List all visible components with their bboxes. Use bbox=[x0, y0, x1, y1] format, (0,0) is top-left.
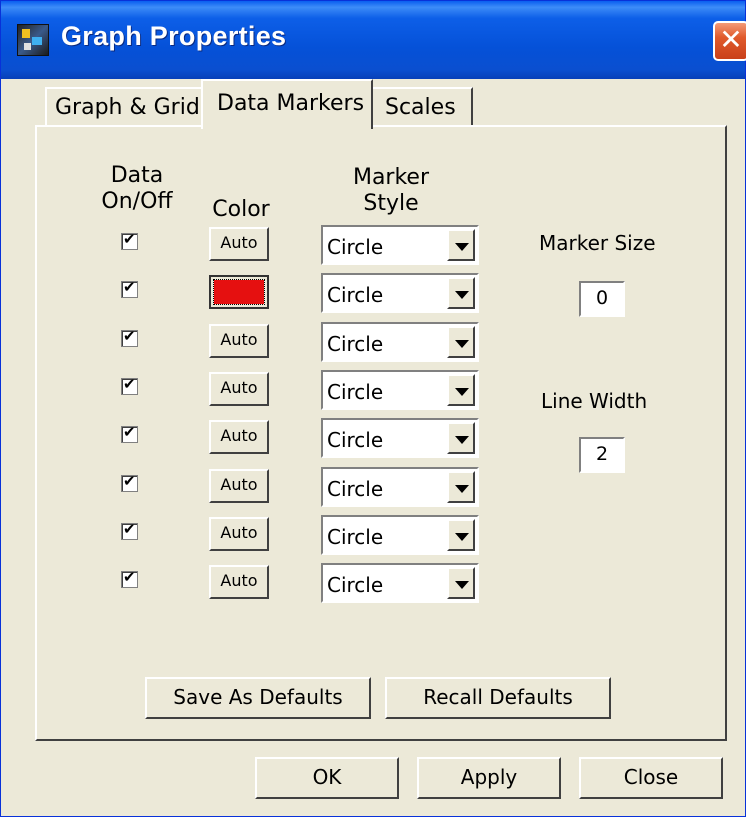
close-button[interactable]: Close bbox=[579, 757, 723, 799]
data-onoff-checkbox[interactable] bbox=[121, 327, 138, 347]
data-onoff-checkbox[interactable] bbox=[121, 423, 138, 443]
title-bar[interactable]: Graph Properties ✕ bbox=[1, 1, 746, 79]
marker-style-select[interactable]: Circle bbox=[321, 467, 479, 507]
marker-color-button[interactable]: Auto bbox=[209, 324, 269, 358]
header-marker: Marker bbox=[352, 165, 430, 190]
data-onoff-checkbox[interactable] bbox=[121, 568, 138, 588]
save-as-defaults-button[interactable]: Save As Defaults bbox=[145, 677, 371, 719]
data-onoff-checkbox[interactable] bbox=[121, 278, 138, 298]
line-width-field[interactable]: 2 bbox=[579, 437, 625, 473]
chevron-down-icon[interactable] bbox=[447, 326, 475, 358]
marker-size-label: Marker Size bbox=[539, 231, 656, 255]
marker-color-button[interactable]: Auto bbox=[209, 372, 269, 406]
data-onoff-checkbox[interactable] bbox=[121, 230, 138, 250]
marker-style-select[interactable]: Circle bbox=[321, 563, 479, 603]
tab-graph-grid[interactable]: Graph & Grid bbox=[45, 87, 203, 127]
tab-data-markers[interactable]: Data Markers bbox=[201, 79, 373, 129]
marker-style-value: Circle bbox=[327, 235, 384, 259]
graph-properties-dialog: Graph Properties ✕ Graph & Grid Data Mar… bbox=[0, 0, 746, 817]
data-onoff-header: Data On/Off bbox=[97, 163, 177, 215]
window-title: Graph Properties bbox=[61, 21, 287, 51]
data-onoff-checkbox[interactable] bbox=[121, 472, 138, 492]
marker-color-button[interactable]: Auto bbox=[209, 469, 269, 503]
marker-style-header: Marker Style bbox=[341, 165, 441, 217]
chevron-down-icon[interactable] bbox=[447, 519, 475, 551]
apply-button[interactable]: Apply bbox=[417, 757, 561, 799]
tab-scales[interactable]: Scales bbox=[373, 87, 473, 127]
header-style: Style bbox=[363, 191, 419, 216]
marker-size-field[interactable]: 0 bbox=[579, 281, 625, 317]
marker-style-select[interactable]: Circle bbox=[321, 370, 479, 410]
marker-style-select[interactable]: Circle bbox=[321, 225, 479, 265]
ok-button[interactable]: OK bbox=[255, 757, 399, 799]
recall-defaults-button[interactable]: Recall Defaults bbox=[385, 677, 611, 719]
chevron-down-icon[interactable] bbox=[447, 277, 475, 309]
marker-style-select[interactable]: Circle bbox=[321, 515, 479, 555]
graph-app-icon bbox=[17, 24, 49, 56]
marker-style-select[interactable]: Circle bbox=[321, 273, 479, 313]
line-width-label: Line Width bbox=[541, 389, 648, 413]
marker-style-value: Circle bbox=[327, 428, 384, 452]
marker-style-select[interactable]: Circle bbox=[321, 418, 479, 458]
chevron-down-icon[interactable] bbox=[447, 567, 475, 599]
marker-style-value: Circle bbox=[327, 477, 384, 501]
chevron-down-icon[interactable] bbox=[447, 471, 475, 503]
marker-color-button[interactable]: Auto bbox=[209, 227, 269, 261]
header-onoff: On/Off bbox=[101, 189, 173, 214]
data-onoff-checkbox[interactable] bbox=[121, 520, 138, 540]
marker-style-select[interactable]: Circle bbox=[321, 322, 479, 362]
marker-style-value: Circle bbox=[327, 380, 384, 404]
data-onoff-checkbox[interactable] bbox=[121, 375, 138, 395]
close-icon[interactable]: ✕ bbox=[713, 21, 746, 61]
color-swatch bbox=[213, 279, 265, 305]
header-color: Color bbox=[212, 197, 270, 222]
chevron-down-icon[interactable] bbox=[447, 422, 475, 454]
marker-style-value: Circle bbox=[327, 283, 384, 307]
marker-style-value: Circle bbox=[327, 332, 384, 356]
marker-color-button[interactable]: Auto bbox=[209, 565, 269, 599]
marker-color-button[interactable]: Auto bbox=[209, 420, 269, 454]
marker-style-value: Circle bbox=[327, 525, 384, 549]
header-data: Data bbox=[110, 163, 164, 188]
chevron-down-icon[interactable] bbox=[447, 229, 475, 261]
chevron-down-icon[interactable] bbox=[447, 374, 475, 406]
marker-style-value: Circle bbox=[327, 573, 384, 597]
marker-color-button[interactable] bbox=[209, 275, 269, 309]
marker-color-button[interactable]: Auto bbox=[209, 517, 269, 551]
